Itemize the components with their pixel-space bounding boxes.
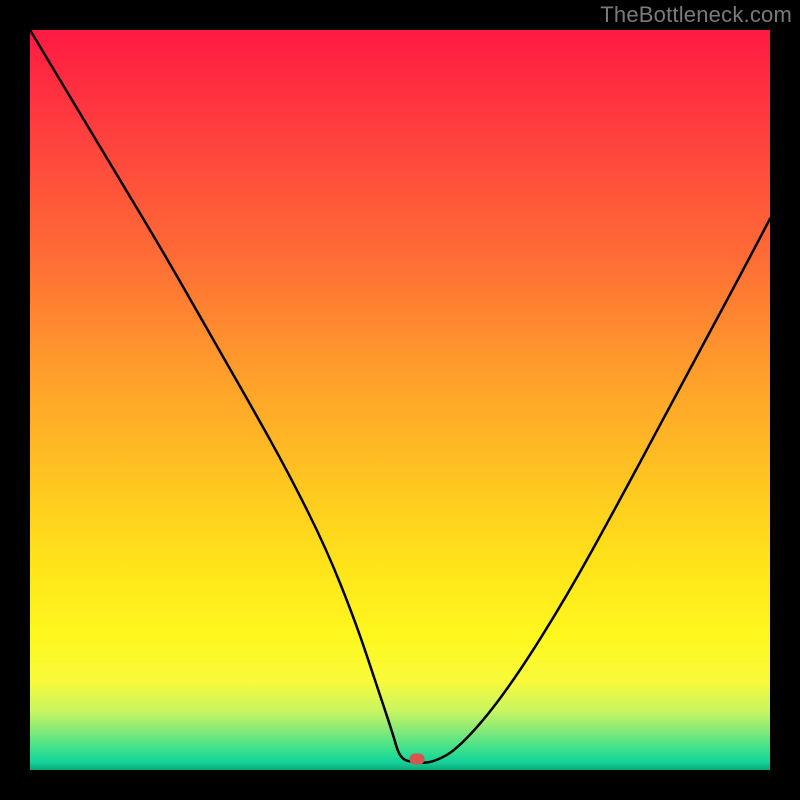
optimal-point-marker	[410, 753, 425, 764]
bottleneck-curve	[30, 30, 770, 770]
curve-path	[30, 30, 770, 763]
chart-frame: TheBottleneck.com	[0, 0, 800, 800]
watermark-text: TheBottleneck.com	[600, 2, 792, 28]
plot-area	[30, 30, 770, 770]
